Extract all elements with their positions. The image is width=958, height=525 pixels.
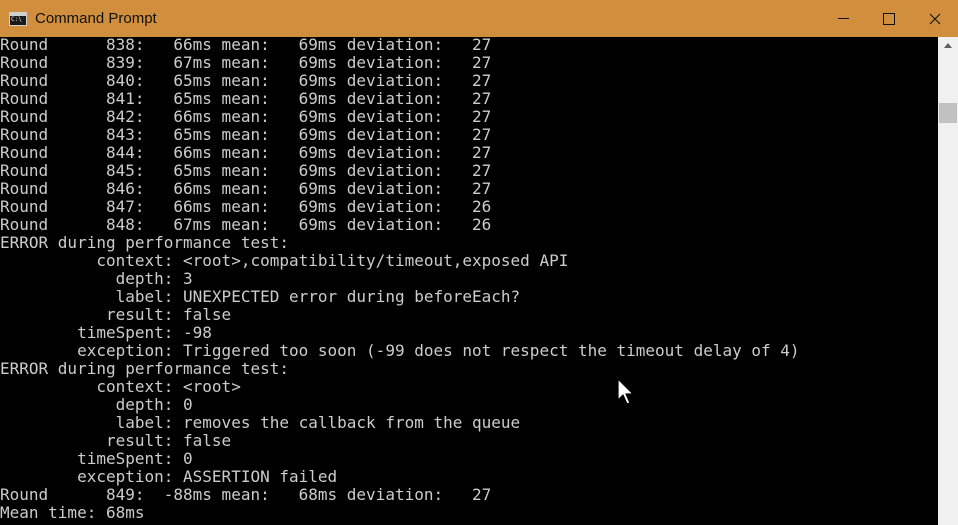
console-line: ERROR during performance test: [0,233,289,252]
minimize-icon [837,18,849,19]
console-line: Round 848: 67ms mean: 69ms deviation: 26 [0,215,492,234]
console-line: depth: 0 [0,395,193,414]
close-button[interactable] [912,0,958,37]
close-icon [929,13,941,24]
scrollbar-thumb[interactable] [939,103,957,123]
console-line: Round 838: 66ms mean: 69ms deviation: 27 [0,37,492,54]
console-line: Round 844: 66ms mean: 69ms deviation: 27 [0,143,492,162]
console-line: Round 843: 65ms mean: 69ms deviation: 27 [0,125,492,144]
console-line: timeSpent: 0 [0,449,193,468]
maximize-button[interactable] [866,0,912,37]
console-line: Round 841: 65ms mean: 69ms deviation: 27 [0,89,492,108]
console-line: Round 839: 67ms mean: 69ms deviation: 27 [0,53,492,72]
console-line: Round 842: 66ms mean: 69ms deviation: 27 [0,107,492,126]
console-line: Round 847: 66ms mean: 69ms deviation: 26 [0,197,492,216]
console-line: exception: Triggered too soon (-99 does … [0,341,800,360]
cmd-icon[interactable] [9,11,27,26]
console-line: Round 840: 65ms mean: 69ms deviation: 27 [0,71,492,90]
console-line: timeSpent: -98 [0,323,212,342]
console-line: context: <root> [0,377,241,396]
mouse-pointer-icon [617,378,634,405]
console-line: result: false [0,305,232,324]
console-line: Mean time: 68ms [0,503,145,522]
console-line: Round 846: 66ms mean: 69ms deviation: 27 [0,179,492,198]
console-line: result: false [0,431,232,450]
console-line: Round 845: 65ms mean: 69ms deviation: 27 [0,161,492,180]
console-line: exception: ASSERTION failed [0,467,338,486]
console-line: Round 849: -88ms mean: 68ms deviation: 2… [0,485,492,504]
title-bar[interactable]: Command Prompt [0,0,958,37]
window-title: Command Prompt [35,10,157,27]
console-line: label: UNEXPECTED error during beforeEac… [0,287,521,306]
console-line: depth: 3 [0,269,193,288]
window-controls [820,0,958,37]
vertical-scrollbar[interactable] [938,37,958,525]
console-line: context: <root>,compatibility/timeout,ex… [0,251,569,270]
console-line: label: removes the callback from the que… [0,413,521,432]
chevron-up-icon [944,43,952,48]
scroll-up-button[interactable] [938,37,958,54]
console-output[interactable]: Round 838: 66ms mean: 69ms deviation: 27… [0,37,938,525]
minimize-button[interactable] [820,0,866,37]
console-lines: Round 838: 66ms mean: 69ms deviation: 27… [0,37,800,522]
console-line: ERROR during performance test: [0,359,289,378]
maximize-icon [883,12,895,25]
